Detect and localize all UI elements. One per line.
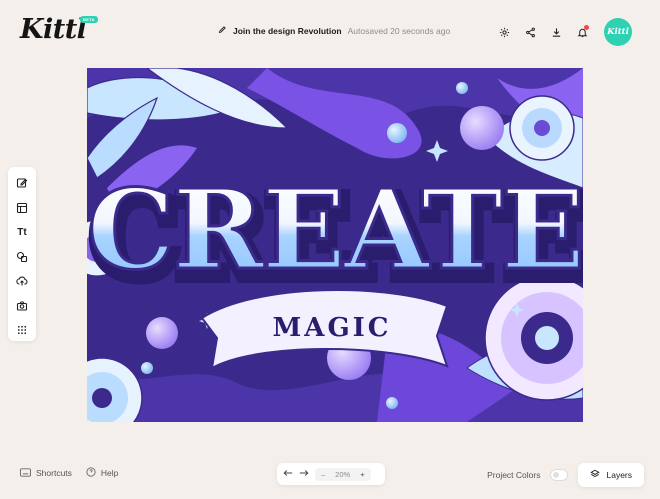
project-colors-toggle[interactable]	[550, 469, 569, 481]
keyboard-icon	[20, 467, 31, 479]
help-button[interactable]: Help	[86, 467, 118, 479]
help-icon	[86, 467, 96, 479]
grid-icon[interactable]	[15, 323, 29, 337]
zoom-in-button[interactable]: +	[360, 470, 364, 479]
layers-icon	[590, 469, 601, 481]
history-zoom-controls: – 20% +	[277, 463, 385, 485]
help-label: Help	[100, 468, 119, 478]
redo-icon[interactable]	[299, 469, 309, 479]
layers-label: Layers	[606, 470, 632, 480]
footer-left: Shortcuts Help	[20, 467, 118, 479]
art-create-text: CREATE	[87, 165, 583, 294]
settings-icon[interactable]	[498, 26, 510, 38]
shapes-icon[interactable]	[15, 250, 29, 264]
user-avatar[interactable]: Kittl	[604, 18, 632, 46]
art-magic-text: MAGIC	[272, 313, 391, 343]
project-colors-label: Project Colors	[487, 470, 541, 480]
zoom-out-button[interactable]: –	[321, 470, 325, 479]
download-icon[interactable]	[550, 26, 562, 38]
zoom-control: – 20% +	[315, 467, 371, 481]
shortcuts-button[interactable]: Shortcuts	[20, 467, 72, 479]
beta-badge: BETA	[80, 16, 98, 23]
project-title-area: Join the design Revolution Autosaved 20 …	[218, 25, 450, 36]
artwork-illustration: CREATE CREATE MAGIC	[87, 68, 583, 422]
top-actions: Kittl	[498, 18, 632, 46]
kittl-logo[interactable]: Kittl	[20, 14, 87, 45]
upload-icon[interactable]	[15, 274, 29, 288]
text-icon[interactable]: Tt	[15, 225, 29, 239]
shortcuts-label: Shortcuts	[36, 468, 72, 478]
undo-icon[interactable]	[283, 469, 293, 479]
pencil-icon[interactable]	[218, 25, 227, 36]
share-icon[interactable]	[524, 26, 536, 38]
zoom-level[interactable]: 20%	[335, 470, 350, 479]
autosave-status: Autosaved 20 seconds ago	[347, 25, 451, 36]
footer-right: Project Colors Layers	[487, 463, 644, 487]
layout-icon[interactable]	[15, 201, 29, 215]
camera-icon[interactable]	[15, 299, 29, 313]
notification-dot	[584, 25, 589, 30]
layers-button[interactable]: Layers	[578, 463, 644, 487]
left-toolbar: Tt	[8, 167, 36, 341]
project-name[interactable]: Join the design Revolution	[233, 26, 342, 36]
edit-icon[interactable]	[15, 176, 29, 190]
canvas-artboard[interactable]: CREATE CREATE MAGIC	[87, 68, 583, 422]
notifications-bell-icon[interactable]	[576, 25, 589, 38]
